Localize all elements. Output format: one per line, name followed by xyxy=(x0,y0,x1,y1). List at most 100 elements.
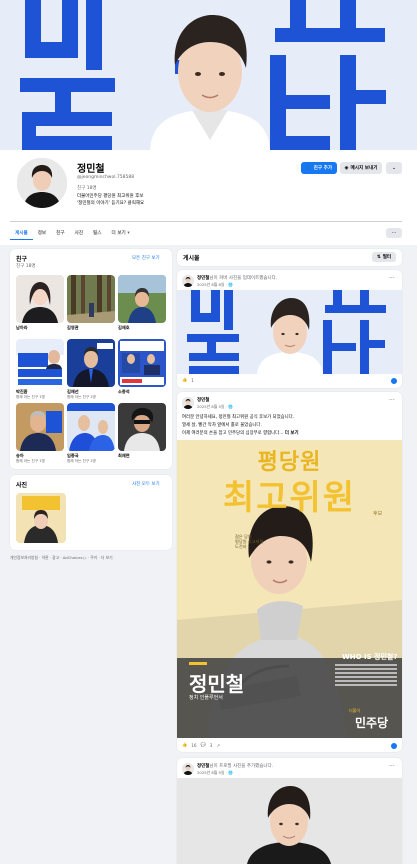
cover-photo[interactable] xyxy=(0,0,417,150)
post-card: 정민철님이 커버 사진을 업데이트했습니다. 2025년 8월 8일 · 🌐 ·… xyxy=(177,270,402,388)
profile-friend-count[interactable]: 친구 18명 xyxy=(77,185,97,191)
friend-mutual: 함께 아는 친구 1명 xyxy=(67,459,96,463)
post-date[interactable]: 2025년 8월 5일 · 🌐 xyxy=(197,404,233,410)
filter-label: 필터 xyxy=(382,255,392,260)
see-all-friends-link[interactable]: 모든 친구 보기 xyxy=(132,255,160,261)
post-profile-photo[interactable] xyxy=(177,778,402,864)
cover-graphic xyxy=(0,0,417,150)
posts-filter-button[interactable]: ⇅ 필터 xyxy=(372,252,396,262)
post-reactions[interactable]: 👍 16 💬 3 ↗ xyxy=(182,742,220,748)
see-all-photos-link[interactable]: 사진 모두 보기 xyxy=(132,481,160,487)
friends-count: 친구 18명 xyxy=(16,264,36,269)
comment-count: 3 xyxy=(209,742,213,748)
profile-tabs: 게시물 정보 친구 사진 릴스 더 보기 ▾ xyxy=(10,228,135,240)
poster-name-sub: 정치 인플루언서 xyxy=(189,695,223,701)
poster-who-heading: WHO IS 정민철? xyxy=(342,653,398,661)
post-more-icon[interactable]: ··· xyxy=(389,275,395,282)
post-card: 정민철님이 프로필 사진을 추가했습니다. 2025년 8월 5일 · 🌐 ··… xyxy=(177,758,402,864)
friend-name: 김영관 xyxy=(67,325,79,330)
friend-name: 남아라 xyxy=(16,325,28,330)
poster-tags: 젊은 당원 평당원 최고위원 도전자 xyxy=(235,534,263,549)
friend-photo xyxy=(16,403,64,451)
post-more-icon[interactable]: ··· xyxy=(389,763,395,770)
add-person-icon: 👤 xyxy=(305,165,312,171)
friend-photo xyxy=(67,403,115,451)
friend-photo xyxy=(16,339,64,387)
chevron-down-icon: ⌄ xyxy=(392,165,396,171)
post-cover-image[interactable] xyxy=(177,290,402,374)
reaction-count: 1 xyxy=(191,377,194,383)
posts-header-card: 게시물 ⇅ 필터 xyxy=(177,249,402,266)
tabs-overflow-button[interactable]: … xyxy=(386,228,402,238)
poster-bio-block xyxy=(335,662,397,704)
add-friend-button[interactable]: 👤 친구 추가 xyxy=(301,162,337,174)
avatar-person-graphic xyxy=(17,158,67,208)
friend-item[interactable]: 소종석 xyxy=(118,339,166,395)
tab-about[interactable]: 정보 xyxy=(33,228,51,240)
post-more-icon[interactable]: ··· xyxy=(389,397,395,404)
friend-photo xyxy=(67,275,115,323)
add-friend-label: 친구 추가 xyxy=(313,166,333,171)
post-author-avatar[interactable] xyxy=(182,275,194,287)
tab-posts[interactable]: 게시물 xyxy=(10,228,33,240)
like-icon: 👍 xyxy=(182,377,188,382)
post-poster-image[interactable]: 평당원 최고위원 후보 젊은 당원 평당원 최고위원 도전자 정민철 정치 인플… xyxy=(177,440,402,738)
post-text-body: 이제 여러분의 손을 잡고 민주당의 심장부로 향합니다... xyxy=(182,431,284,436)
friend-mutual: 함께 아는 친구 1명 xyxy=(16,395,45,399)
poster-party-name: 민주당 xyxy=(355,716,389,730)
friend-photo xyxy=(67,339,115,387)
post-reactions[interactable]: 👍 1 xyxy=(182,377,194,383)
friend-photo xyxy=(16,275,64,323)
photos-title: 사진 xyxy=(16,482,28,489)
tab-reels[interactable]: 릴스 xyxy=(88,228,106,240)
tab-more[interactable]: 더 보기 ▾ xyxy=(107,228,135,240)
reaction-count: 16 xyxy=(191,742,197,748)
messenger-status-icon[interactable] xyxy=(391,378,397,384)
poster-name: 정민철 xyxy=(189,672,245,696)
footer-links[interactable]: 개인정보처리방침 · 약관 · 광고 · AdChoices ▷ · 쿠키 · … xyxy=(10,555,113,561)
profile-bio-line-2: '정민철의 이야기' 듣기요? 클릭해요 xyxy=(77,201,145,206)
profile-more-button[interactable]: ⌄ xyxy=(386,162,402,174)
messenger-status-icon[interactable] xyxy=(391,743,397,749)
messenger-icon: ◉ xyxy=(344,165,349,171)
post-text-line-2: 열세 살, 빨간 막차 앞에서 홀로 울었습니다. xyxy=(182,423,262,428)
see-more-link[interactable]: 더 보기 xyxy=(285,431,299,436)
post-author-name[interactable]: 정민철 xyxy=(197,276,209,281)
header-divider xyxy=(10,221,402,222)
post-action-text: 님이 프로필 사진을 추가했습니다. xyxy=(209,764,274,769)
friend-item[interactable]: 김영관 xyxy=(67,275,115,331)
poster-title-text: 최고위원 xyxy=(222,478,357,518)
message-button[interactable]: ◉ 메시지 보내기 xyxy=(340,162,382,174)
friend-item[interactable]: 박진환 함께 아는 친구 1명 xyxy=(16,339,64,400)
friends-card: 친구 모든 친구 보기 친구 18명 남아라 김영관 김재호 박진환 함께 아는… xyxy=(10,249,172,469)
tab-friends[interactable]: 친구 xyxy=(51,228,69,240)
friend-item[interactable]: 최재현 xyxy=(118,403,166,459)
post-author-name[interactable]: 정민철 xyxy=(197,764,209,769)
friend-item[interactable]: 송아 함께 아는 친구 1명 xyxy=(16,403,64,464)
comment-icon[interactable]: 💬 xyxy=(201,742,206,748)
post-author-avatar[interactable] xyxy=(182,397,194,409)
poster-tag: 도전자 xyxy=(235,544,247,549)
friend-photo xyxy=(118,403,166,451)
share-icon[interactable]: ↗ xyxy=(216,743,220,748)
posts-title: 게시물 xyxy=(183,255,200,262)
friend-item[interactable]: 김재선 함께 아는 친구 1명 xyxy=(67,339,115,400)
friend-item[interactable]: 남아라 xyxy=(16,275,64,331)
profile-avatar[interactable] xyxy=(15,156,69,210)
post-author-avatar[interactable] xyxy=(182,763,194,775)
friend-mutual: 함께 아는 친구 1명 xyxy=(16,459,45,463)
photo-thumbnail[interactable] xyxy=(16,493,66,543)
profile-handle: @jeongminchwol.758588 xyxy=(77,175,135,180)
post-date[interactable]: 2025년 8월 8일 · 🌐 xyxy=(197,282,233,288)
photos-card: 사진 사진 모두 보기 xyxy=(10,475,172,550)
post-card: 정민철 2025년 8월 5일 · 🌐 ··· 여러분 안녕하세요, 정민철 최… xyxy=(177,392,402,752)
friend-item[interactable]: 김재호 xyxy=(118,275,166,331)
post-author-name[interactable]: 정민철 xyxy=(197,398,209,403)
post-author-line: 정민철 xyxy=(197,397,209,403)
tab-photos[interactable]: 사진 xyxy=(70,228,88,240)
post-date[interactable]: 2025년 8월 5일 · 🌐 xyxy=(197,770,233,776)
friend-photo xyxy=(118,275,166,323)
friend-item[interactable]: 임종국 함께 아는 친구 1명 xyxy=(67,403,115,464)
post-action-text: 님이 커버 사진을 업데이트했습니다. xyxy=(209,276,278,281)
like-icon: 👍 xyxy=(182,742,188,747)
